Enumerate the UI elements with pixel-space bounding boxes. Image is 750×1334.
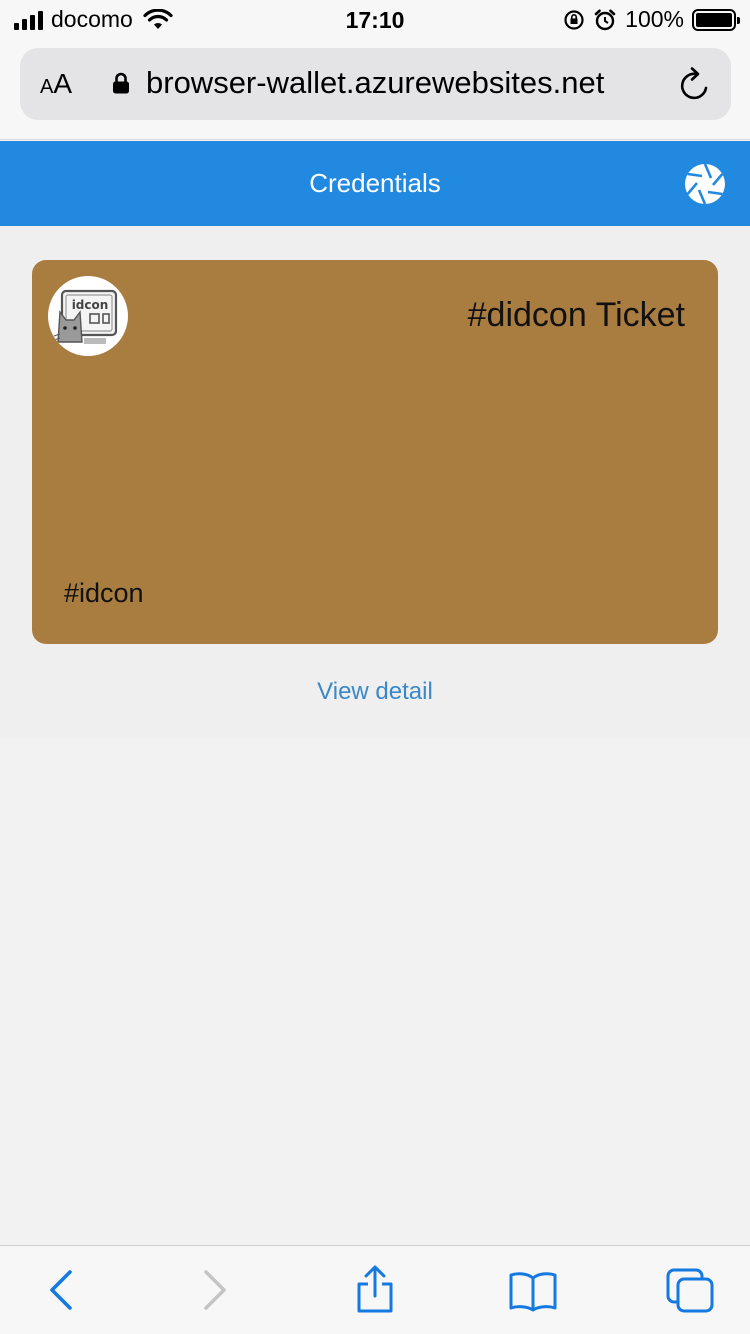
browser-toolbar: [0, 1245, 750, 1334]
rotation-lock-icon: [564, 9, 584, 30]
logo-text: idcon: [72, 298, 109, 312]
credential-card[interactable]: idcon #didcon Ticket #idcon: [32, 260, 718, 644]
status-right: 100%: [563, 6, 740, 33]
battery-icon: [692, 8, 740, 31]
share-icon[interactable]: [353, 1264, 397, 1314]
status-bar: docomo 17:10 100%: [0, 0, 750, 40]
url-text: browser-wallet.azurewebsites.net: [146, 65, 605, 100]
credentials-list: idcon #didcon Ticket #idcon View detail: [0, 226, 750, 738]
back-icon[interactable]: [46, 1268, 76, 1312]
text-size-button[interactable]: AA: [40, 68, 72, 100]
lock-icon: [113, 72, 129, 94]
browser-address-bar: AA browser-wallet.azurewebsites.net: [0, 40, 750, 140]
credential-title: #didcon Ticket: [467, 296, 685, 334]
camera-aperture-icon[interactable]: [684, 163, 726, 205]
credential-issuer: #idcon: [64, 578, 144, 608]
bookmarks-icon[interactable]: [507, 1270, 559, 1312]
view-detail-link[interactable]: View detail: [0, 678, 750, 706]
battery-percentage: 100%: [625, 6, 684, 32]
forward-icon[interactable]: [200, 1268, 230, 1312]
page-title: Credentials: [309, 168, 441, 198]
app-header: Credentials: [0, 141, 750, 226]
alarm-icon: [594, 9, 616, 30]
url-field[interactable]: AA browser-wallet.azurewebsites.net: [20, 48, 731, 120]
issuer-logo: idcon: [48, 276, 128, 356]
reload-icon[interactable]: [679, 66, 713, 102]
tabs-icon[interactable]: [664, 1266, 718, 1316]
